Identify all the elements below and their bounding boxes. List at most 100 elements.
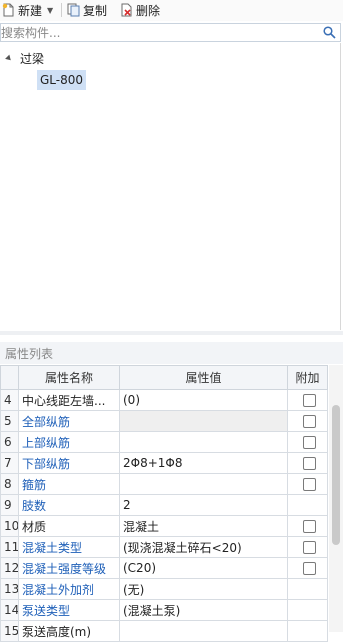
new-button-label: 新建 <box>18 3 43 18</box>
row-number: 12 <box>0 557 19 579</box>
delete-icon <box>120 3 133 17</box>
property-value[interactable]: (现浇混凝土碎石<20) <box>119 536 288 558</box>
extra-cell <box>287 452 328 474</box>
row-number: 8 <box>0 473 19 495</box>
property-value[interactable] <box>119 410 288 432</box>
row-number: 5 <box>0 410 19 432</box>
right-panel-edge <box>343 0 361 632</box>
table-row[interactable]: 4 中心线距左墙... (0) <box>0 389 328 411</box>
column-header-num <box>0 365 19 390</box>
extra-checkbox[interactable] <box>302 436 316 449</box>
property-value[interactable]: (无) <box>119 578 288 600</box>
toolbar: 新建 ▼ 复制 删除 <box>0 0 361 21</box>
property-name: 泵送高度(m) <box>18 620 120 642</box>
new-button[interactable]: 新建 ▼ <box>2 2 53 18</box>
extra-cell <box>287 410 328 432</box>
property-table: 属性名称 属性值 附加 4 中心线距左墙... (0) 5 全部纵筋 6 上部纵… <box>0 365 328 642</box>
extra-checkbox[interactable] <box>302 520 316 533</box>
extra-cell <box>287 557 328 579</box>
scrollbar-thumb[interactable] <box>332 405 340 545</box>
extra-cell <box>287 389 328 411</box>
extra-checkbox[interactable] <box>302 562 316 575</box>
property-name: 混凝土类型 <box>18 536 120 558</box>
column-header-name[interactable]: 属性名称 <box>18 365 120 390</box>
table-row[interactable]: 9 肢数 2 <box>0 494 328 516</box>
property-value[interactable]: (0) <box>119 389 288 411</box>
extra-cell <box>287 620 328 642</box>
delete-button-label: 删除 <box>136 3 161 18</box>
property-list-header: 属性列表 <box>0 342 343 364</box>
row-number: 10 <box>0 515 19 537</box>
tree-child-label: GL-800 <box>40 73 84 87</box>
tree-node-label: 过梁 <box>20 51 45 66</box>
property-value[interactable]: (混凝土泵) <box>119 599 288 621</box>
property-name: 箍筋 <box>18 473 120 495</box>
extra-cell <box>287 578 328 600</box>
extra-checkbox[interactable] <box>302 457 316 470</box>
row-number: 6 <box>0 431 19 453</box>
extra-cell <box>287 473 328 495</box>
copy-button-label: 复制 <box>83 3 108 18</box>
row-number: 9 <box>0 494 19 516</box>
delete-button[interactable]: 删除 <box>120 2 160 18</box>
table-row[interactable]: 5 全部纵筋 <box>0 410 328 432</box>
property-name: 混凝土外加剂 <box>18 578 120 600</box>
table-row[interactable]: 8 箍筋 <box>0 473 328 495</box>
row-number: 4 <box>0 389 19 411</box>
row-number: 14 <box>0 599 19 621</box>
extra-cell <box>287 431 328 453</box>
table-row[interactable]: 10 材质 混凝土 <box>0 515 328 537</box>
property-value[interactable]: 混凝土 <box>119 515 288 537</box>
chevron-down-icon[interactable]: ▼ <box>47 6 53 15</box>
row-number: 11 <box>0 536 19 558</box>
toolbar-divider <box>61 3 62 17</box>
tree-node-gl-800[interactable]: GL-800 <box>37 70 87 90</box>
property-name: 材质 <box>18 515 120 537</box>
property-name: 混凝土强度等级 <box>18 557 120 579</box>
property-value[interactable] <box>119 473 288 495</box>
copy-icon <box>67 3 80 17</box>
table-row[interactable]: 12 混凝土强度等级 (C20) <box>0 557 328 579</box>
property-name: 上部纵筋 <box>18 431 120 453</box>
property-name: 中心线距左墙... <box>18 389 120 411</box>
component-tree: 过梁 GL-800 <box>0 43 341 330</box>
property-name: 下部纵筋 <box>18 452 120 474</box>
extra-cell <box>287 494 328 516</box>
row-number: 7 <box>0 452 19 474</box>
copy-button[interactable]: 复制 <box>67 2 107 18</box>
property-value[interactable]: 2Φ8+1Φ8 <box>119 452 288 474</box>
column-header-extra[interactable]: 附加 <box>287 365 328 390</box>
search-box <box>0 23 341 42</box>
new-file-icon <box>2 3 15 17</box>
panel-splitter[interactable] <box>0 331 343 335</box>
expand-triangle-icon[interactable] <box>5 54 13 62</box>
property-value[interactable]: 2 <box>119 494 288 516</box>
vertical-scrollbar[interactable] <box>329 365 343 632</box>
property-value[interactable] <box>119 620 288 642</box>
extra-cell <box>287 515 328 537</box>
table-header-row: 属性名称 属性值 附加 <box>0 365 328 390</box>
extra-checkbox[interactable] <box>302 478 316 491</box>
tree-node-lintel[interactable]: 过梁 <box>5 50 45 66</box>
extra-checkbox[interactable] <box>302 415 316 428</box>
extra-cell <box>287 599 328 621</box>
row-number: 13 <box>0 578 19 600</box>
property-value[interactable]: (C20) <box>119 557 288 579</box>
table-row[interactable]: 7 下部纵筋 2Φ8+1Φ8 <box>0 452 328 474</box>
extra-checkbox[interactable] <box>302 541 316 554</box>
column-header-value[interactable]: 属性值 <box>119 365 288 390</box>
table-row[interactable]: 11 混凝土类型 (现浇混凝土碎石<20) <box>0 536 328 558</box>
property-value[interactable] <box>119 431 288 453</box>
table-row[interactable]: 13 混凝土外加剂 (无) <box>0 578 328 600</box>
property-list-title: 属性列表 <box>5 346 54 361</box>
search-input[interactable] <box>1 24 319 41</box>
search-icon[interactable] <box>323 26 336 39</box>
extra-cell <box>287 536 328 558</box>
table-row[interactable]: 15 泵送高度(m) <box>0 620 328 642</box>
property-name: 全部纵筋 <box>18 410 120 432</box>
row-number: 15 <box>0 620 19 642</box>
extra-checkbox[interactable] <box>302 394 316 407</box>
table-row[interactable]: 14 泵送类型 (混凝土泵) <box>0 599 328 621</box>
property-name: 泵送类型 <box>18 599 120 621</box>
table-row[interactable]: 6 上部纵筋 <box>0 431 328 453</box>
